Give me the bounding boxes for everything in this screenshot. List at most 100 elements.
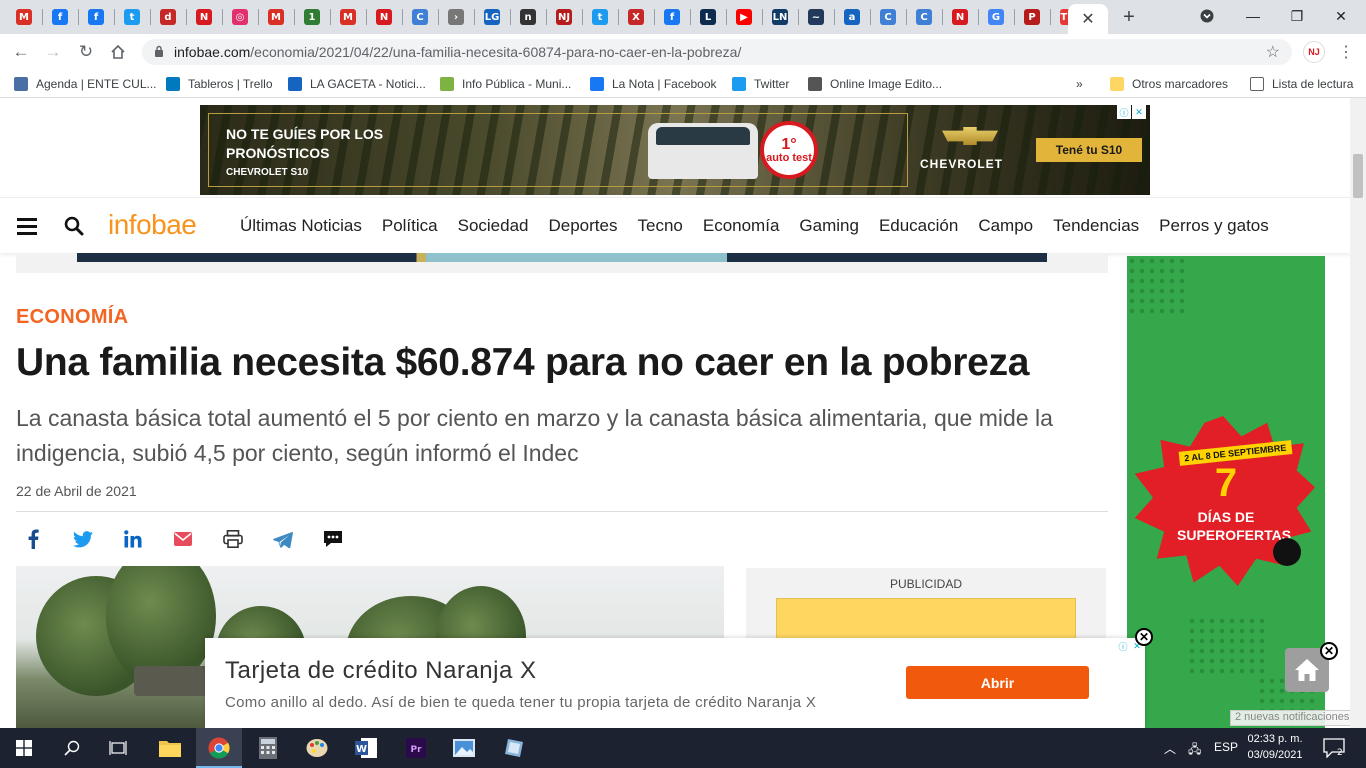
comments-icon[interactable] bbox=[322, 528, 344, 550]
notification-toast[interactable]: 2 nuevas notificaciones bbox=[1230, 710, 1350, 726]
browser-tab[interactable]: L bbox=[691, 6, 725, 28]
nav-item[interactable]: Sociedad bbox=[458, 216, 529, 236]
browser-tab[interactable]: N bbox=[943, 6, 977, 28]
file-explorer-icon[interactable] bbox=[158, 736, 182, 760]
browser-tab[interactable]: LG bbox=[475, 6, 509, 28]
browser-tab[interactable]: ~ bbox=[799, 6, 833, 28]
address-bar[interactable]: infobae.com/economia/2021/04/22/una-fami… bbox=[142, 39, 1292, 65]
bookmark-item[interactable]: Tableros | Trello bbox=[166, 76, 273, 92]
browser-tab[interactable]: ▶ bbox=[727, 6, 761, 28]
photo-viewer-icon[interactable] bbox=[452, 736, 476, 760]
bottom-sticky-ad[interactable]: Tarjeta de crédito Naranja X Como anillo… bbox=[205, 638, 1145, 728]
adchoices-icon[interactable]: ⓘ bbox=[1116, 639, 1130, 653]
tab-search-button[interactable] bbox=[1192, 4, 1222, 28]
chrome-icon[interactable] bbox=[207, 736, 231, 760]
bookmark-item[interactable]: Twitter bbox=[732, 76, 789, 92]
scrollbar-thumb[interactable] bbox=[1353, 154, 1363, 198]
bookmark-star-icon[interactable]: ☆ bbox=[1266, 42, 1280, 62]
bookmarks-overflow-button[interactable]: » bbox=[1076, 76, 1083, 92]
maximize-button[interactable]: ❐ bbox=[1282, 4, 1312, 28]
other-bookmarks[interactable]: Otros marcadores bbox=[1110, 76, 1228, 92]
infobae-logo[interactable]: infobae bbox=[108, 209, 197, 241]
browser-tab[interactable]: t bbox=[115, 6, 149, 28]
nav-item[interactable]: Últimas Noticias bbox=[240, 216, 362, 236]
browser-tab[interactable]: N bbox=[367, 6, 401, 28]
browser-tab[interactable]: a bbox=[835, 6, 869, 28]
browser-tab[interactable]: M bbox=[259, 6, 293, 28]
lock-icon[interactable] bbox=[154, 45, 164, 57]
open-button[interactable]: Abrir bbox=[906, 666, 1089, 699]
close-home-button-icon[interactable]: ✕ bbox=[1320, 642, 1338, 660]
close-window-button[interactable]: ✕ bbox=[1326, 4, 1356, 28]
linkedin-icon[interactable] bbox=[122, 528, 144, 550]
bookmark-item[interactable]: Info Pública - Muni... bbox=[440, 76, 571, 92]
twitter-icon[interactable] bbox=[72, 528, 94, 550]
browser-tab[interactable]: ◎ bbox=[223, 6, 257, 28]
browser-tab[interactable]: › bbox=[439, 6, 473, 28]
profile-avatar[interactable]: NJ bbox=[1303, 41, 1325, 63]
reload-button[interactable]: ↻ bbox=[75, 41, 97, 63]
home-button[interactable] bbox=[107, 41, 129, 63]
nav-item[interactable]: Deportes bbox=[549, 216, 618, 236]
search-icon[interactable] bbox=[60, 736, 84, 760]
nav-item[interactable]: Gaming bbox=[799, 216, 859, 236]
browser-tab[interactable]: X bbox=[619, 6, 653, 28]
app-icon[interactable] bbox=[502, 736, 526, 760]
browser-tab[interactable]: N bbox=[187, 6, 221, 28]
page-scrollbar[interactable] bbox=[1350, 98, 1366, 728]
browser-tab[interactable]: NJ bbox=[547, 6, 581, 28]
url-text[interactable]: infobae.com/economia/2021/04/22/una-fami… bbox=[174, 44, 741, 60]
bookmark-item[interactable]: La Nota | Facebook bbox=[590, 76, 717, 92]
search-icon[interactable] bbox=[64, 216, 84, 236]
section-label[interactable]: ECONOMÍA bbox=[16, 306, 128, 329]
browser-tab[interactable]: n bbox=[511, 6, 545, 28]
adchoices-icon[interactable]: ⓘ bbox=[1117, 105, 1131, 119]
notifications-icon[interactable]: 2 bbox=[1322, 736, 1346, 760]
nav-item[interactable]: Tecno bbox=[637, 216, 682, 236]
nav-item[interactable]: Perros y gatos bbox=[1159, 216, 1269, 236]
bookmark-item[interactable]: Agenda | ENTE CUL... bbox=[14, 76, 157, 92]
nav-item[interactable]: Educación bbox=[879, 216, 958, 236]
email-icon[interactable] bbox=[172, 528, 194, 550]
browser-tab[interactable]: C bbox=[871, 6, 905, 28]
paint-icon[interactable] bbox=[305, 736, 329, 760]
telegram-icon[interactable] bbox=[272, 528, 294, 550]
ad-cta-button[interactable]: Tené tu S10 bbox=[1036, 138, 1142, 162]
browser-tab[interactable]: M bbox=[7, 6, 41, 28]
close-bottom-ad-icon[interactable]: ✕ bbox=[1135, 628, 1153, 646]
browser-tab[interactable]: 1 bbox=[295, 6, 329, 28]
nav-item[interactable]: Campo bbox=[978, 216, 1033, 236]
windows-start-icon[interactable] bbox=[12, 736, 36, 760]
nav-item[interactable]: Tendencias bbox=[1053, 216, 1139, 236]
ad-close-icon[interactable]: ✕ bbox=[1132, 105, 1146, 119]
browser-tab[interactable]: f bbox=[655, 6, 689, 28]
reading-list[interactable]: Lista de lectura bbox=[1250, 76, 1353, 92]
back-button[interactable]: ← bbox=[10, 41, 32, 63]
browser-tab[interactable]: d bbox=[151, 6, 185, 28]
new-tab-button[interactable]: + bbox=[1118, 6, 1140, 28]
browser-tab[interactable]: M bbox=[331, 6, 365, 28]
browser-tab[interactable]: f bbox=[43, 6, 77, 28]
language-indicator[interactable]: ESP bbox=[1214, 740, 1238, 754]
facebook-icon[interactable] bbox=[22, 528, 44, 550]
premiere-icon[interactable]: Pr bbox=[404, 736, 428, 760]
network-icon[interactable]: 🖧 bbox=[1188, 740, 1201, 761]
word-icon[interactable]: W bbox=[354, 736, 378, 760]
browser-tab[interactable]: G bbox=[979, 6, 1013, 28]
calculator-icon[interactable] bbox=[256, 736, 280, 760]
print-icon[interactable] bbox=[222, 528, 244, 550]
nav-item[interactable]: Economía bbox=[703, 216, 780, 236]
bookmark-item[interactable]: Online Image Edito... bbox=[808, 76, 942, 92]
close-tab-icon[interactable]: ✕ bbox=[1081, 9, 1094, 29]
browser-tab[interactable]: P bbox=[1015, 6, 1049, 28]
tray-chevron-icon[interactable]: ︿ bbox=[1164, 740, 1176, 757]
menu-icon[interactable]: ⋮ bbox=[1338, 42, 1354, 62]
forward-button[interactable]: → bbox=[42, 41, 64, 63]
hamburger-menu-icon[interactable] bbox=[17, 218, 37, 235]
browser-tab[interactable]: LN bbox=[763, 6, 797, 28]
browser-tab[interactable]: C bbox=[403, 6, 437, 28]
task-view-icon[interactable] bbox=[106, 736, 130, 760]
clock[interactable]: 02:33 p. m. 03/09/2021 bbox=[1244, 731, 1306, 763]
minimize-button[interactable]: — bbox=[1238, 4, 1268, 28]
browser-tab[interactable]: f bbox=[79, 6, 113, 28]
